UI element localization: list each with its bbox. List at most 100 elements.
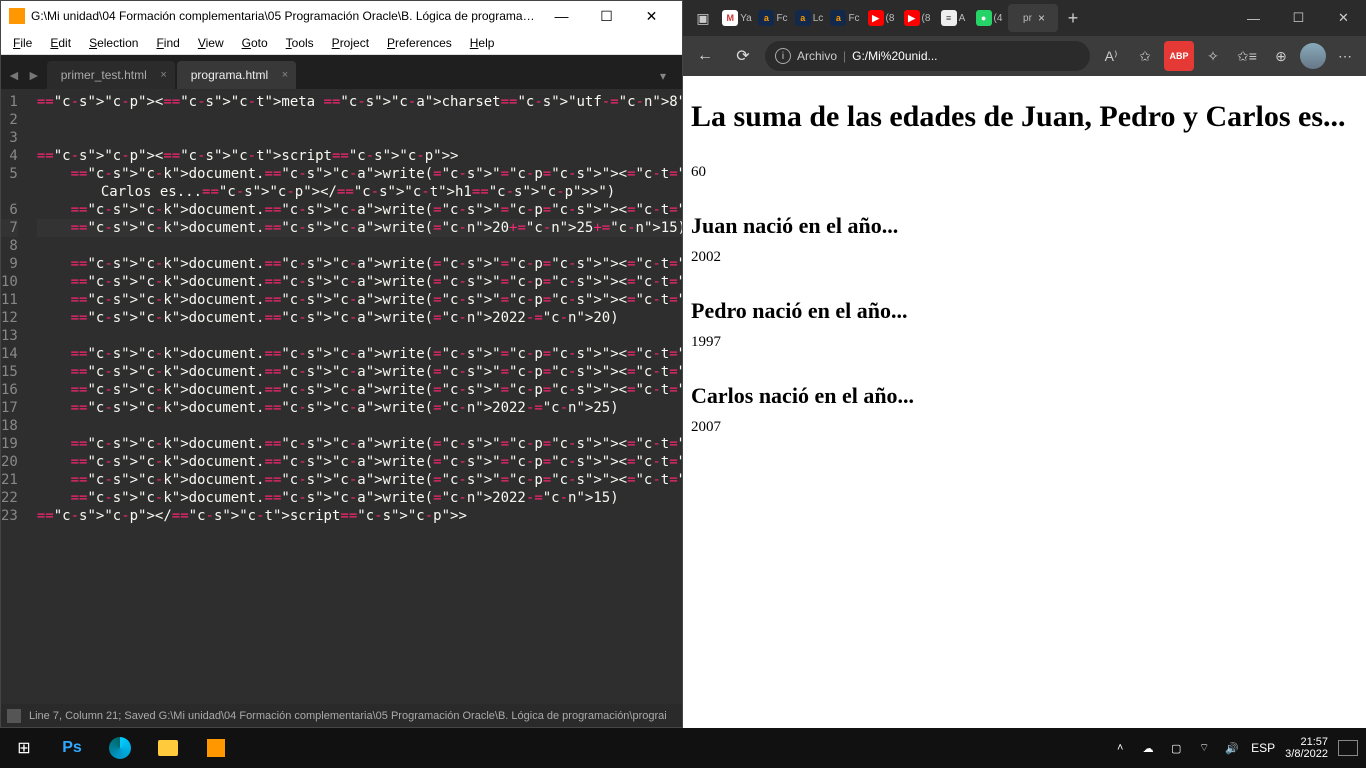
read-aloud-icon[interactable]: A⁾ xyxy=(1096,41,1126,71)
edge-maximize-button[interactable]: ☐ xyxy=(1276,0,1321,36)
tab-close-icon[interactable]: × xyxy=(1038,11,1045,25)
close-button[interactable]: ✕ xyxy=(629,1,674,31)
new-tab-button[interactable]: + xyxy=(1059,8,1087,29)
tray-chevron-icon[interactable]: ˄ xyxy=(1111,742,1129,754)
favorites-bar-icon[interactable]: ✩≡ xyxy=(1232,41,1262,71)
tab-favicon: a xyxy=(758,10,774,26)
tray-onedrive-icon[interactable]: ☁ xyxy=(1139,742,1157,755)
url-path: G:/Mi%20unid... xyxy=(852,49,937,63)
browser-tab[interactable]: MYa xyxy=(720,4,754,32)
tab-label: Ya xyxy=(740,13,752,24)
back-button[interactable]: ← xyxy=(689,40,721,72)
edge-titlebar[interactable]: ▣ MYaaFcaLcaFc▶(8▶(8≡A●(4pr×+ — ☐ ✕ xyxy=(683,0,1366,36)
browser-tab[interactable]: aFc xyxy=(756,4,790,32)
tab-favicon: ▶ xyxy=(904,10,920,26)
profile-avatar[interactable] xyxy=(1300,43,1326,69)
edge-tabstrip: ▣ MYaaFcaLcaFc▶(8▶(8≡A●(4pr×+ xyxy=(683,0,1231,36)
edge-close-button[interactable]: ✕ xyxy=(1321,0,1366,36)
favorite-icon[interactable]: ✩ xyxy=(1130,41,1160,71)
taskbar-edge-icon[interactable] xyxy=(96,728,144,768)
menu-edit[interactable]: Edit xyxy=(42,34,79,52)
tab-actions-icon[interactable]: ▣ xyxy=(687,4,719,32)
taskbar-explorer-icon[interactable] xyxy=(144,728,192,768)
sublime-menubar: FileEditSelectionFindViewGotoToolsProjec… xyxy=(1,31,682,55)
browser-tab-active[interactable]: pr × xyxy=(1008,4,1058,32)
browser-tab[interactable]: ▶(8 xyxy=(864,4,898,32)
tab-label: pr xyxy=(1023,13,1032,24)
juan-year: 2002 xyxy=(691,249,1358,266)
menu-goto[interactable]: Goto xyxy=(234,34,276,52)
action-center-icon[interactable] xyxy=(1338,740,1358,756)
menu-preferences[interactable]: Preferences xyxy=(379,34,460,52)
tab-label: Fc xyxy=(848,13,859,24)
tray-clock[interactable]: 21:57 3/8/2022 xyxy=(1285,736,1328,760)
tab-favicon: a xyxy=(795,10,811,26)
browser-tab[interactable]: ▶(8 xyxy=(900,4,934,32)
browser-tab[interactable]: ●(4 xyxy=(972,4,1006,32)
browser-tab[interactable]: aLc xyxy=(792,4,826,32)
sublime-app-icon xyxy=(9,8,25,24)
edge-minimize-button[interactable]: — xyxy=(1231,0,1276,36)
tab-label: Lc xyxy=(813,13,824,24)
pedro-year: 1997 xyxy=(691,334,1358,351)
refresh-button[interactable]: ⟳ xyxy=(727,40,759,72)
tab-favicon: a xyxy=(830,10,846,26)
tab-prev-icon[interactable]: ◄ xyxy=(7,67,21,83)
status-panel-icon[interactable] xyxy=(7,709,21,723)
menu-file[interactable]: File xyxy=(5,34,40,52)
gutter: 1234567891011121314151617181920212223 xyxy=(1,89,29,704)
tab-favicon: M xyxy=(722,10,738,26)
start-button[interactable]: ⊞ xyxy=(0,728,48,768)
tab-label: (4 xyxy=(994,13,1003,24)
sum-value: 60 xyxy=(691,164,1358,181)
page-h1: La suma de las edades de Juan, Pedro y C… xyxy=(691,98,1358,136)
page-h2-juan: Juan nació en el año... xyxy=(691,213,1358,239)
file-tab[interactable]: primer_test.html× xyxy=(47,61,175,89)
abp-extension-icon[interactable]: ABP xyxy=(1164,41,1194,71)
edge-window: ▣ MYaaFcaLcaFc▶(8▶(8≡A●(4pr×+ — ☐ ✕ ← ⟳ … xyxy=(683,0,1366,728)
menu-selection[interactable]: Selection xyxy=(81,34,146,52)
site-info-icon[interactable]: i xyxy=(775,48,791,64)
page-h2-carlos: Carlos nació en el año... xyxy=(691,383,1358,409)
tab-favicon: ▶ xyxy=(868,10,884,26)
tab-close-icon[interactable]: × xyxy=(160,69,166,81)
taskbar-sublime-icon[interactable] xyxy=(192,728,240,768)
taskbar-photoshop-icon[interactable]: Ps xyxy=(48,728,96,768)
sublime-titlebar[interactable]: G:\Mi unidad\04 Formación complementaria… xyxy=(1,1,682,31)
tab-close-icon[interactable]: × xyxy=(282,69,288,81)
extensions-icon[interactable]: ✧ xyxy=(1198,41,1228,71)
collections-icon[interactable]: ⊕ xyxy=(1266,41,1296,71)
sublime-window: G:\Mi unidad\04 Formación complementaria… xyxy=(0,0,683,728)
tab-dropdown-icon[interactable]: ▾ xyxy=(652,63,674,89)
browser-tab[interactable]: ≡A xyxy=(936,4,970,32)
tray-language[interactable]: ESP xyxy=(1251,741,1275,755)
tab-favicon: ● xyxy=(976,10,992,26)
tray-date: 3/8/2022 xyxy=(1285,748,1328,760)
tray-volume-icon[interactable]: 🔊 xyxy=(1223,742,1241,755)
page-content: La suma de las edades de Juan, Pedro y C… xyxy=(683,76,1366,728)
menu-help[interactable]: Help xyxy=(462,34,503,52)
tray-battery-icon[interactable]: ▢ xyxy=(1167,742,1185,755)
windows-taskbar: ⊞ Ps ˄ ☁ ▢ ⌔ 🔊 ESP 21:57 3/8/2022 xyxy=(0,728,1366,768)
menu-view[interactable]: View xyxy=(190,34,232,52)
page-h2-pedro: Pedro nació en el año... xyxy=(691,298,1358,324)
tab-label: A xyxy=(959,13,966,24)
menu-project[interactable]: Project xyxy=(324,34,377,52)
code-area[interactable]: =="c-s">"c-p"><=="c-s">"c-t">meta =="c-s… xyxy=(29,89,682,704)
menu-tools[interactable]: Tools xyxy=(278,34,322,52)
file-tab[interactable]: programa.html× xyxy=(177,61,296,89)
maximize-button[interactable]: ☐ xyxy=(584,1,629,31)
minimize-button[interactable]: — xyxy=(539,1,584,31)
sublime-tabbar: ◄ ► primer_test.html×programa.html× ▾ xyxy=(1,55,682,89)
browser-tab[interactable]: aFc xyxy=(828,4,862,32)
menu-find[interactable]: Find xyxy=(148,34,187,52)
carlos-year: 2007 xyxy=(691,419,1358,436)
tab-label: (8 xyxy=(922,13,931,24)
address-bar[interactable]: i Archivo | G:/Mi%20unid... xyxy=(765,41,1090,71)
settings-menu-icon[interactable]: ⋯ xyxy=(1330,41,1360,71)
sublime-title: G:\Mi unidad\04 Formación complementaria… xyxy=(31,9,539,23)
tab-next-icon[interactable]: ► xyxy=(27,67,41,83)
tab-label: (8 xyxy=(886,13,895,24)
tab-favicon: ≡ xyxy=(941,10,957,26)
tray-wifi-icon[interactable]: ⌔ xyxy=(1195,741,1213,755)
